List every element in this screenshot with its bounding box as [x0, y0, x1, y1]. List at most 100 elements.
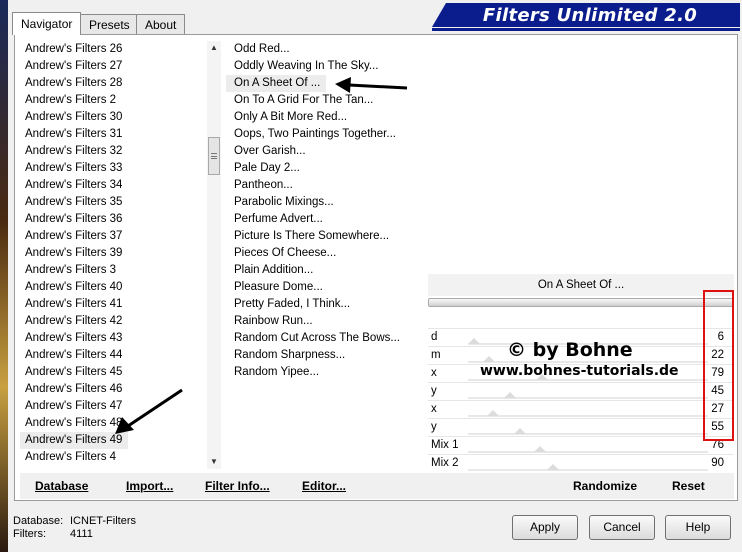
filter-item[interactable]: Picture Is There Somewhere...	[226, 228, 422, 245]
filter-item[interactable]: Pantheon...	[226, 177, 422, 194]
database-button[interactable]: Database	[35, 479, 88, 493]
filter-item[interactable]: Oops, Two Paintings Together...	[226, 126, 422, 143]
randomize-button[interactable]: Randomize	[573, 479, 637, 493]
param-row[interactable]: x 27	[428, 400, 734, 417]
reset-button[interactable]: Reset	[672, 479, 705, 493]
param-slider-thumb[interactable]	[487, 410, 500, 416]
category-item[interactable]: Andrew's Filters 35	[20, 194, 206, 211]
filter-item[interactable]: Pleasure Dome...	[226, 279, 422, 296]
database-value: ICNET-Filters	[70, 515, 136, 527]
cancel-button[interactable]: Cancel	[589, 515, 655, 540]
category-item[interactable]: Andrew's Filters 34	[20, 177, 206, 194]
filter-item[interactable]: Pretty Faded, I Think...	[226, 296, 422, 313]
param-label: Mix 2	[431, 457, 459, 469]
editor-button[interactable]: Editor...	[302, 479, 346, 493]
values-highlight-box	[703, 290, 734, 441]
param-slider-thumb[interactable]	[546, 464, 559, 470]
param-slider-thumb[interactable]	[504, 392, 517, 398]
filter-item[interactable]: Only A Bit More Red...	[226, 109, 422, 126]
app-title: Filters Unlimited 2.0	[482, 4, 698, 26]
filter-list[interactable]: Odd Red... Oddly Weaving In The Sky... On …	[226, 41, 422, 469]
param-slider-track[interactable]	[468, 415, 708, 417]
filter-item[interactable]: Perfume Advert...	[226, 211, 422, 228]
param-label: y	[431, 421, 437, 433]
category-scrollbar[interactable]: ▲ ▼	[207, 41, 221, 469]
import-button[interactable]: Import...	[126, 479, 173, 493]
filters-unlimited-window: Navigator Presets About Filters Unlimite…	[8, 0, 742, 552]
category-item[interactable]: Andrew's Filters 2	[20, 92, 206, 109]
filters-label: Filters:	[13, 528, 46, 540]
param-label: d	[431, 331, 438, 343]
banner-underline	[432, 28, 740, 31]
category-item[interactable]: Andrew's Filters 40	[20, 279, 206, 296]
param-row[interactable]: y 55	[428, 418, 734, 435]
param-slider-track[interactable]	[468, 469, 708, 471]
filter-item[interactable]: Plain Addition...	[226, 262, 422, 279]
tab-about[interactable]: About	[136, 14, 186, 34]
scroll-down-icon[interactable]: ▼	[207, 455, 221, 469]
category-item[interactable]: Andrew's Filters 39	[20, 245, 206, 262]
param-slider-track[interactable]	[468, 433, 708, 435]
status-area: Database: ICNET-Filters Filters: 4111	[13, 515, 136, 541]
filter-item[interactable]: Odd Red...	[226, 41, 422, 58]
param-label: x	[431, 367, 437, 379]
category-item[interactable]: Andrew's Filters 3	[20, 262, 206, 279]
pane-toolbar: Database Import... Filter Info... Editor…	[20, 473, 734, 499]
category-item[interactable]: Andrew's Filters 44	[20, 347, 206, 364]
category-item[interactable]: Andrew's Filters 32	[20, 143, 206, 160]
filter-item[interactable]: Random Cut Across The Bows...	[226, 330, 422, 347]
scroll-up-icon[interactable]: ▲	[207, 41, 221, 55]
param-slider-track[interactable]	[468, 451, 708, 453]
param-row[interactable]: Mix 2 90	[428, 454, 734, 471]
category-item[interactable]: Andrew's Filters 28	[20, 75, 206, 92]
tab-presets[interactable]: Presets	[80, 14, 139, 34]
filter-item[interactable]: Random Yipee...	[226, 364, 422, 381]
category-item[interactable]: Andrew's Filters 33	[20, 160, 206, 177]
filter-item[interactable]: Parabolic Mixings...	[226, 194, 422, 211]
desktop-background	[0, 0, 8, 552]
filter-info-button[interactable]: Filter Info...	[205, 479, 270, 493]
category-item[interactable]: Andrew's Filters 42	[20, 313, 206, 330]
filter-item[interactable]: Oddly Weaving In The Sky...	[226, 58, 422, 75]
param-value: 90	[711, 457, 724, 469]
filter-item[interactable]: Rainbow Run...	[226, 313, 422, 330]
apply-button[interactable]: Apply	[512, 515, 578, 540]
title-banner: Filters Unlimited 2.0	[432, 3, 740, 27]
arrow-category-icon	[115, 388, 183, 434]
filter-item[interactable]: On A Sheet Of ...	[226, 75, 327, 92]
category-item[interactable]: Andrew's Filters 43	[20, 330, 206, 347]
filters-count: 4111	[70, 528, 93, 540]
param-slider-thumb[interactable]	[482, 356, 495, 362]
filter-item[interactable]: Random Sharpness...	[226, 347, 422, 364]
filter-item[interactable]: Pale Day 2...	[226, 160, 422, 177]
scroll-thumb[interactable]	[208, 137, 220, 175]
category-item[interactable]: Andrew's Filters 31	[20, 126, 206, 143]
category-item[interactable]: Andrew's Filters 27	[20, 58, 206, 75]
watermark-copyright: © by Bohne	[507, 339, 633, 361]
watermark-url: www.bohnes-tutorials.de	[480, 363, 679, 379]
param-slider-track[interactable]	[468, 379, 708, 381]
category-item[interactable]: Andrew's Filters 4	[20, 449, 206, 466]
filter-progress-bar	[428, 298, 734, 307]
category-item[interactable]: Andrew's Filters 36	[20, 211, 206, 228]
preview-area	[428, 41, 734, 269]
help-button[interactable]: Help	[665, 515, 731, 540]
category-item[interactable]: Andrew's Filters 45	[20, 364, 206, 381]
param-label: x	[431, 403, 437, 415]
category-item[interactable]: Andrew's Filters 37	[20, 228, 206, 245]
tab-navigator[interactable]: Navigator	[12, 12, 82, 35]
param-label: Mix 1	[431, 439, 459, 451]
param-label: y	[431, 385, 437, 397]
param-row[interactable]: Mix 1 76	[428, 436, 734, 453]
category-item[interactable]: Andrew's Filters 30	[20, 109, 206, 126]
category-item[interactable]: Andrew's Filters 26	[20, 41, 206, 58]
arrow-filter-icon	[335, 77, 408, 93]
filter-item[interactable]: Over Garish...	[226, 143, 422, 160]
param-slider-thumb[interactable]	[513, 428, 526, 434]
param-row[interactable]: y 45	[428, 382, 734, 399]
database-label: Database:	[13, 515, 64, 527]
filter-item[interactable]: Pieces Of Cheese...	[226, 245, 422, 262]
param-slider-thumb[interactable]	[533, 446, 546, 452]
param-slider-thumb[interactable]	[467, 338, 480, 344]
category-item[interactable]: Andrew's Filters 41	[20, 296, 206, 313]
